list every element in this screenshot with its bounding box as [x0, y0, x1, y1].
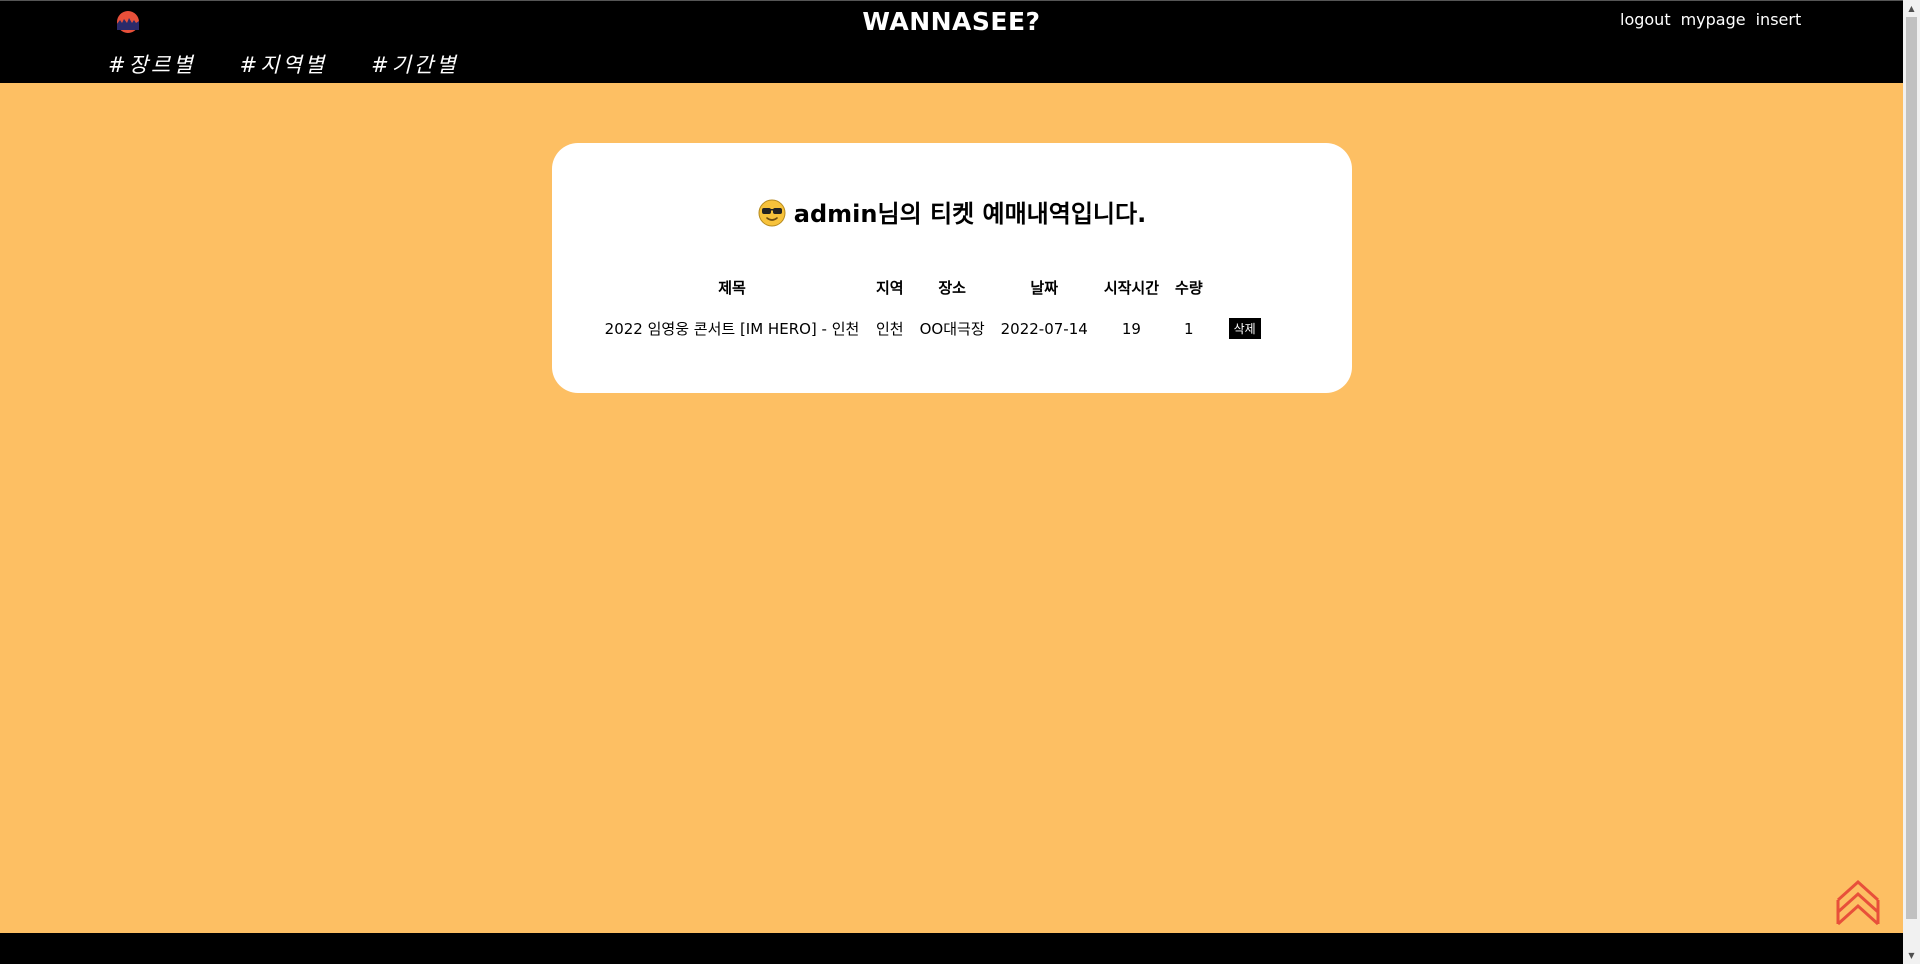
nav-region[interactable]: #지역별 — [240, 49, 328, 79]
header: WANNASEE? logout mypage insert #장르별 #지역별… — [0, 0, 1903, 83]
sunglasses-face-icon — [758, 199, 786, 227]
logout-link[interactable]: logout — [1620, 10, 1671, 29]
title-suffix: 님의 티켓 예매내역입니다. — [877, 200, 1147, 228]
col-action — [1211, 273, 1269, 308]
username: admin — [793, 200, 878, 228]
col-start-time: 시작시간 — [1103, 279, 1160, 297]
site-title[interactable]: WANNASEE? — [0, 7, 1903, 36]
col-quantity: 수량 — [1175, 279, 1203, 297]
cell-title: 2022 임영웅 콘서트 [IM HERO] - 인천 — [604, 320, 860, 338]
cell-start-time: 19 — [1121, 319, 1141, 338]
col-region: 지역 — [876, 279, 904, 297]
reservation-table: 제목 지역 장소 날짜 시작시간 수량 2022 임영웅 콘서트 [IM HER… — [596, 273, 1269, 343]
mypage-link[interactable]: mypage — [1681, 10, 1746, 29]
vertical-scrollbar[interactable]: ▲ ▼ — [1903, 0, 1920, 964]
cell-quantity: 1 — [1184, 319, 1194, 338]
cell-venue: OO대극장 — [919, 320, 985, 338]
table-row: 2022 임영웅 콘서트 [IM HERO] - 인천 인천 OO대극장 202… — [596, 308, 1269, 343]
double-chevron-up-icon[interactable] — [1834, 878, 1882, 930]
cell-action: 삭제 — [1211, 308, 1269, 343]
reservation-card: admin님의 티켓 예매내역입니다. 제목 지역 장소 날짜 시작시간 수량 … — [552, 143, 1352, 393]
scroll-up-icon[interactable]: ▲ — [1903, 0, 1920, 17]
nav-period[interactable]: #기간별 — [371, 49, 459, 79]
top-links: logout mypage insert — [1620, 10, 1801, 29]
page: WANNASEE? logout mypage insert #장르별 #지역별… — [0, 0, 1903, 964]
category-nav: #장르별 #지역별 #기간별 — [108, 49, 503, 79]
insert-link[interactable]: insert — [1756, 10, 1802, 29]
nav-genre[interactable]: #장르별 — [108, 49, 196, 79]
cell-date: 2022-07-14 — [1000, 319, 1088, 338]
delete-button[interactable]: 삭제 — [1228, 318, 1261, 339]
scroll-thumb[interactable] — [1906, 17, 1917, 919]
scroll-down-icon[interactable]: ▼ — [1903, 947, 1920, 964]
col-title: 제목 — [718, 279, 746, 297]
footer — [0, 933, 1903, 964]
col-date: 날짜 — [1030, 279, 1059, 297]
card-title: admin님의 티켓 예매내역입니다. — [552, 194, 1352, 229]
cell-region: 인천 — [876, 320, 904, 338]
col-venue: 장소 — [938, 279, 966, 297]
table-header-row: 제목 지역 장소 날짜 시작시간 수량 — [596, 273, 1269, 308]
